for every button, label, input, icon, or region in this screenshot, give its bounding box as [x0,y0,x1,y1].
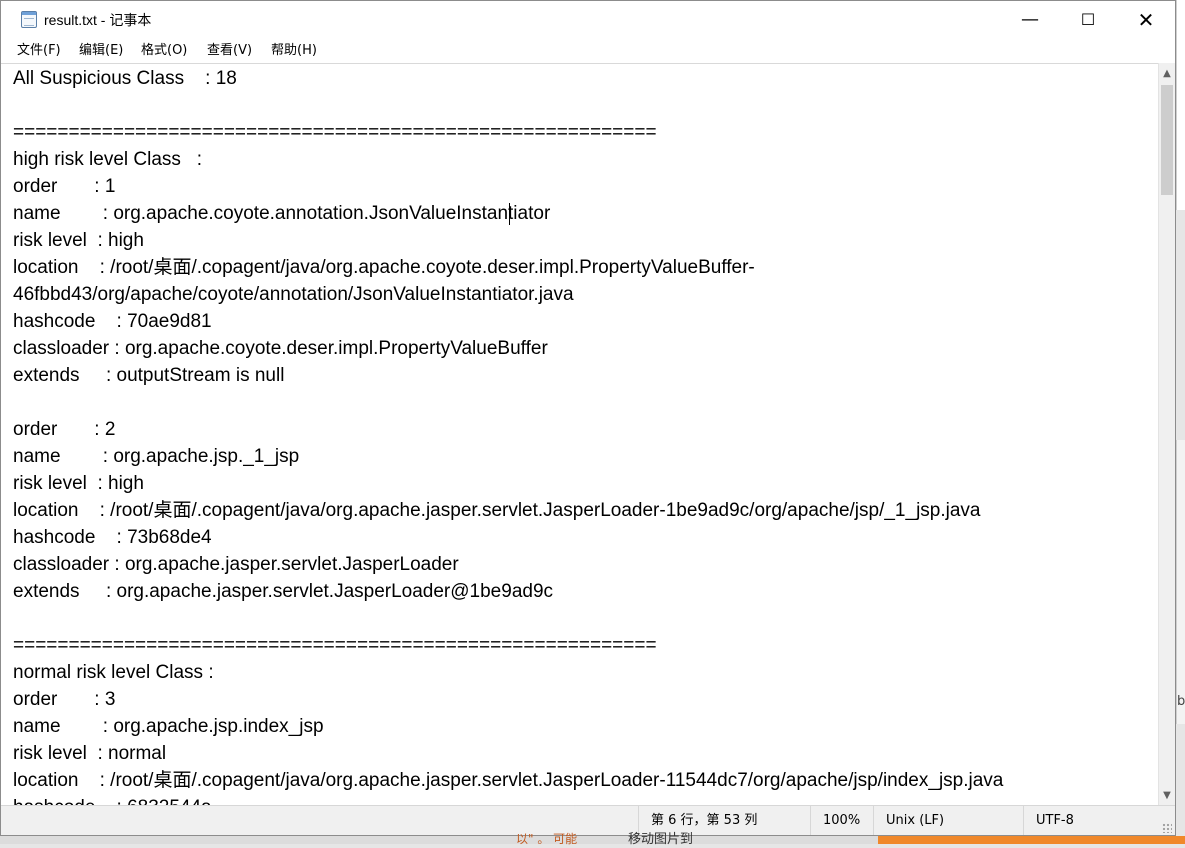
window-title: result.txt - 记事本 [44,12,152,28]
background-window-edge [1176,440,1185,680]
menu-help[interactable]: 帮助(H) [271,39,317,63]
notepad-window: result.txt - 记事本 — ☐ ✕ 文件(F) 编辑(E) 格式(O)… [0,0,1176,836]
text-line [13,92,1158,119]
text-line: 46fbbd43/org/apache/coyote/annotation/Js… [13,284,574,305]
document-text[interactable]: All Suspicious Class : 18 ==============… [13,65,1158,805]
text-line [13,389,1158,416]
menu-bar: 文件(F) 编辑(E) 格式(O) 查看(V) 帮助(H) [1,39,1175,63]
text-line: risk level : normal [13,743,167,764]
text-line: name : org.apache.jsp._1_jsp [13,446,300,467]
text-editor[interactable]: All Suspicious Class : 18 ==============… [1,63,1158,805]
text-line: name : org.apache.jsp.index_jsp [13,716,324,737]
background-button [878,836,1185,844]
text-line: normal risk level Class : [13,662,214,683]
text-line: classloader : org.apache.coyote.deser.im… [13,338,548,359]
status-bar: 第 6 行，第 53 列 100% Unix (LF) UTF-8 [1,805,1175,835]
scroll-down-icon[interactable]: ▼ [1159,785,1175,805]
text-line: name : org.apache.coyote.annotation.Json… [13,203,551,224]
vertical-scrollbar[interactable]: ▲ ▼ [1158,63,1175,805]
scroll-up-icon[interactable]: ▲ [1159,63,1175,83]
maximize-button[interactable]: ☐ [1059,1,1117,39]
text-line: ========================================… [13,122,657,143]
text-caret [509,203,510,225]
minimize-button[interactable]: — [1001,1,1059,39]
text-line: hashcode : 70ae9d81 [13,311,212,332]
text-line: location : /root/桌面/.copagent/java/org.a… [13,770,1004,791]
background-caption: 移动图片到 [628,832,694,847]
text-line: location : /root/桌面/.copagent/java/org.a… [13,500,981,521]
text-line: hashcode : 73b68de4 [13,527,212,548]
text-line: extends : outputStream is null [13,365,285,386]
background-text-fragment: bo [1176,680,1185,724]
text-line: ========================================… [13,635,657,656]
text-line: order : 3 [13,689,116,710]
menu-edit[interactable]: 编辑(E) [79,39,123,63]
menu-file[interactable]: 文件(F) [17,39,61,63]
text-line: extends : org.apache.jasper.servlet.Jasp… [13,581,554,602]
notepad-icon [21,11,37,28]
scroll-thumb[interactable] [1161,85,1173,195]
text-line: order : 2 [13,419,116,440]
encoding: UTF-8 [1023,806,1175,835]
close-button[interactable]: ✕ [1117,1,1175,39]
text-line: risk level : high [13,230,144,251]
zoom-level: 100% [810,806,873,835]
text-line [13,605,1158,632]
text-line: All Suspicious Class : 18 [13,68,237,89]
title-bar[interactable]: result.txt - 记事本 — ☐ ✕ [1,1,1175,39]
background-window-edge [1176,0,1185,210]
text-line: risk level : high [13,473,144,494]
menu-view[interactable]: 查看(V) [207,39,252,63]
text-line: high risk level Class : [13,149,203,170]
text-line: order : 1 [13,176,116,197]
line-ending: Unix (LF) [873,806,1023,835]
text-line: location : /root/桌面/.copagent/java/org.a… [13,257,755,278]
text-line: hashcode : 6832544a [13,794,1158,805]
menu-format[interactable]: 格式(O) [141,39,187,63]
resize-grip-icon[interactable] [1162,823,1172,833]
text-line: classloader : org.apache.jasper.servlet.… [13,554,459,575]
